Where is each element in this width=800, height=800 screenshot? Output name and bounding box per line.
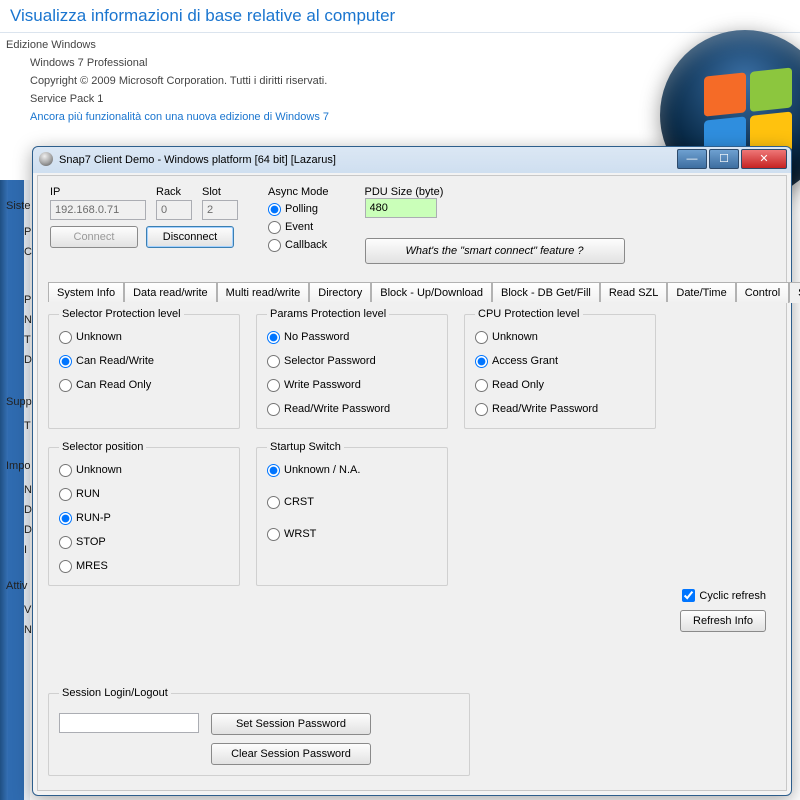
- tab-block-updown[interactable]: Block - Up/Download: [371, 282, 492, 303]
- selpos-run[interactable]: RUN: [59, 485, 229, 503]
- tab-block-db[interactable]: Block - DB Get/Fill: [492, 282, 600, 303]
- minimize-button[interactable]: —: [677, 149, 707, 169]
- cpuprot-rw[interactable]: Read/Write Password: [475, 400, 645, 418]
- set-session-password-button[interactable]: Set Session Password: [211, 713, 371, 735]
- parprot-write[interactable]: Write Password: [267, 376, 437, 394]
- selprot-unknown[interactable]: Unknown: [59, 328, 229, 346]
- tabstrip: System Info Data read/write Multi read/w…: [48, 282, 776, 303]
- selector-position-group: Selector position Unknown RUN RUN-P STOP…: [48, 441, 240, 586]
- session-password-input[interactable]: [59, 713, 199, 733]
- snap7-window: Snap7 Client Demo - Windows platform [64…: [32, 146, 792, 796]
- selprot-rw[interactable]: Can Read/Write: [59, 352, 229, 370]
- parprot-rw[interactable]: Read/Write Password: [267, 400, 437, 418]
- tab-data-rw[interactable]: Data read/write: [124, 282, 217, 303]
- ip-label: IP: [50, 186, 146, 198]
- selpos-mres[interactable]: MRES: [59, 557, 229, 575]
- cpuprot-unknown[interactable]: Unknown: [475, 328, 645, 346]
- params-protection-group: Params Protection level No Password Sele…: [256, 308, 448, 429]
- security-page: Selector Protection level Unknown Can Re…: [48, 302, 776, 782]
- ip-input[interactable]: [50, 200, 146, 220]
- tab-security[interactable]: Security: [789, 282, 800, 303]
- parprot-selector[interactable]: Selector Password: [267, 352, 437, 370]
- page-title: Visualizza informazioni di base relative…: [0, 0, 800, 33]
- tab-read-szl[interactable]: Read SZL: [600, 282, 668, 303]
- refresh-info-button[interactable]: Refresh Info: [680, 610, 766, 632]
- cpu-protection-group: CPU Protection level Unknown Access Gran…: [464, 308, 656, 429]
- disconnect-button[interactable]: Disconnect: [146, 226, 234, 248]
- tab-datetime[interactable]: Date/Time: [667, 282, 735, 303]
- tab-control[interactable]: Control: [736, 282, 789, 303]
- startup-crst[interactable]: CRST: [267, 493, 437, 511]
- cpuprot-grant[interactable]: Access Grant: [475, 352, 645, 370]
- tab-multi-rw[interactable]: Multi read/write: [217, 282, 310, 303]
- async-callback[interactable]: Callback: [268, 236, 329, 254]
- startup-switch-group: Startup Switch Unknown / N.A. CRST WRST: [256, 441, 448, 586]
- selpos-unknown[interactable]: Unknown: [59, 461, 229, 479]
- startup-unknown[interactable]: Unknown / N.A.: [267, 461, 437, 479]
- startup-wrst[interactable]: WRST: [267, 525, 437, 543]
- pdu-input[interactable]: [365, 198, 437, 218]
- slot-label: Slot: [202, 186, 238, 198]
- async-event[interactable]: Event: [268, 218, 329, 236]
- selpos-runp[interactable]: RUN-P: [59, 509, 229, 527]
- section-heading: Edizione Windows: [6, 39, 800, 51]
- cpuprot-ro[interactable]: Read Only: [475, 376, 645, 394]
- slot-input[interactable]: [202, 200, 238, 220]
- connect-button[interactable]: Connect: [50, 226, 138, 248]
- rack-label: Rack: [156, 186, 192, 198]
- tab-system-info[interactable]: System Info: [48, 282, 124, 303]
- selector-protection-group: Selector Protection level Unknown Can Re…: [48, 308, 240, 429]
- parprot-none[interactable]: No Password: [267, 328, 437, 346]
- rack-input[interactable]: [156, 200, 192, 220]
- window-title: Snap7 Client Demo - Windows platform [64…: [59, 154, 336, 166]
- selpos-stop[interactable]: STOP: [59, 533, 229, 551]
- cyclic-refresh-checkbox[interactable]: Cyclic refresh: [682, 589, 766, 602]
- pdu-label: PDU Size (byte): [365, 186, 444, 198]
- async-polling[interactable]: Polling: [268, 200, 329, 218]
- smart-connect-button[interactable]: What's the "smart connect" feature ?: [365, 238, 625, 264]
- clear-session-password-button[interactable]: Clear Session Password: [211, 743, 371, 765]
- selprot-ro[interactable]: Can Read Only: [59, 376, 229, 394]
- async-mode-label: Async Mode: [268, 186, 329, 198]
- session-login-group: Session Login/Logout Set Session Passwor…: [48, 687, 470, 776]
- titlebar[interactable]: Snap7 Client Demo - Windows platform [64…: [33, 147, 791, 173]
- tab-directory[interactable]: Directory: [309, 282, 371, 303]
- maximize-button[interactable]: ☐: [709, 149, 739, 169]
- close-button[interactable]: ✕: [741, 149, 787, 169]
